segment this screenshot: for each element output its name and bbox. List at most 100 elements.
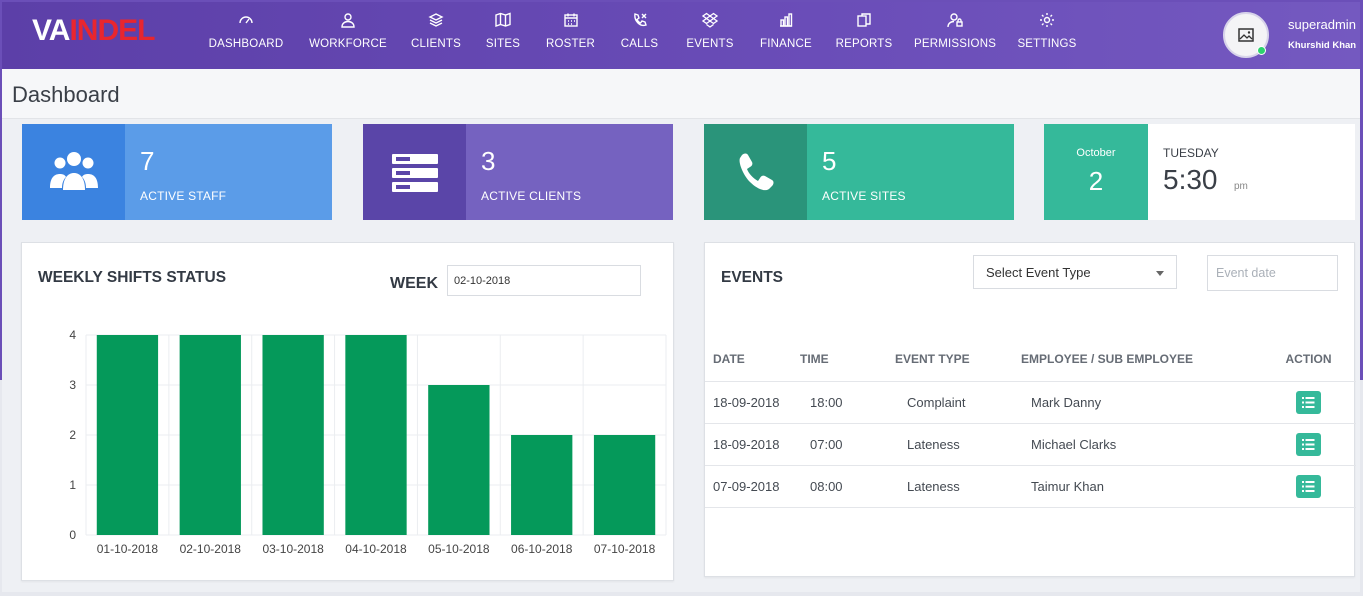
nav-label: REPORTS	[835, 38, 893, 50]
select-value: Select Event Type	[986, 265, 1091, 280]
nav-workforce[interactable]: WORKFORCE	[308, 12, 388, 60]
bar	[262, 335, 324, 535]
gear-icon	[1016, 12, 1078, 34]
nav-label: DASHBOARD	[208, 38, 284, 50]
column-header[interactable]: EVENT TYPE	[895, 338, 1021, 382]
events-table: DATE TIME EVENT TYPE EMPLOYEE / SUB EMPL…	[705, 338, 1356, 508]
weekly-shifts-chart: 0 1 2 3 4 01-10-2018 02-10-2018 03-10-2018 04-1…	[69, 328, 667, 556]
nav-settings[interactable]: SETTINGS	[1016, 12, 1078, 60]
y-axis-ticks: 0 1 2 3 4	[69, 328, 76, 542]
nav-dashboard[interactable]: DASHBOARD	[208, 12, 284, 60]
cell-type: Lateness	[895, 465, 1021, 508]
cell-employee: Michael Clarks	[1021, 423, 1261, 466]
cell-time: 07:00	[800, 423, 895, 466]
users-icon	[50, 152, 98, 190]
stat-icon-box	[363, 124, 466, 220]
server-icon	[392, 154, 438, 192]
stat-label: ACTIVE STAFF	[140, 189, 227, 203]
nav-label: SETTINGS	[1017, 38, 1077, 50]
week-label: WEEK	[390, 275, 438, 292]
view-details-button[interactable]	[1296, 474, 1321, 498]
nav-permissions[interactable]: PERMISSIONS	[914, 12, 996, 60]
week-date-input[interactable]	[447, 265, 641, 296]
cell-date: 07-09-2018	[705, 465, 800, 508]
nav-roster[interactable]: ROSTER	[543, 12, 598, 60]
list-icon	[1302, 438, 1315, 450]
nav-clients[interactable]: CLIENTS	[407, 12, 465, 60]
cell-employee: Taimur Khan	[1021, 465, 1261, 508]
user-lock-icon	[914, 12, 996, 34]
x-tick-label: 03-10-2018	[262, 542, 324, 556]
event-date-input[interactable]	[1207, 255, 1338, 291]
calendar-icon	[543, 12, 598, 34]
column-header[interactable]: DATE	[705, 338, 800, 382]
logo-text-accent: INDEL	[69, 14, 155, 47]
y-tick-label: 1	[69, 478, 76, 492]
events-panel: EVENTS Select Event Type DATE TIME EVENT…	[704, 242, 1356, 577]
gauge-icon	[208, 12, 284, 34]
y-tick-label: 4	[69, 328, 76, 342]
bar	[345, 335, 407, 535]
layers-icon	[407, 12, 465, 34]
cell-time: 08:00	[800, 465, 895, 508]
table-row: 18-09-2018 07:00 Lateness Michael Clarks	[705, 423, 1356, 466]
date-time-card: October 2 TUESDAY 5:30 pm	[1044, 124, 1355, 220]
stat-card-active-clients[interactable]: 3 ACTIVE CLIENTS	[363, 124, 673, 220]
date-weekday: TUESDAY	[1163, 146, 1219, 160]
bar	[179, 335, 241, 535]
nav-label: EVENTS	[686, 38, 734, 50]
x-tick-label: 06-10-2018	[511, 542, 573, 556]
panel-title: WEEKLY SHIFTS STATUS	[38, 269, 227, 286]
cell-action	[1261, 423, 1356, 466]
bar	[428, 385, 490, 535]
stat-count: 7	[140, 146, 155, 176]
x-tick-label: 05-10-2018	[428, 542, 490, 556]
x-axis-ticks: 01-10-2018 02-10-2018 03-10-2018 04-10-2018…	[97, 542, 656, 556]
page-header: Dashboard	[2, 69, 1360, 119]
nav-label: WORKFORCE	[309, 38, 387, 50]
avatar[interactable]	[1223, 12, 1269, 58]
event-type-select[interactable]: Select Event Type	[973, 255, 1177, 289]
bar	[511, 435, 573, 535]
column-header[interactable]: ACTION	[1261, 338, 1356, 382]
stat-card-active-staff[interactable]: 7 ACTIVE STAFF	[22, 124, 332, 220]
nav-sites[interactable]: SITES	[482, 12, 524, 60]
cell-date: 18-09-2018	[705, 381, 800, 424]
column-header[interactable]: TIME	[800, 338, 895, 382]
bar-chart-icon	[757, 12, 815, 34]
nav-reports[interactable]: REPORTS	[834, 12, 894, 60]
clock-ampm: pm	[1234, 181, 1248, 192]
column-header[interactable]: EMPLOYEE / SUB EMPLOYEE	[1021, 338, 1261, 382]
table-row: 18-09-2018 18:00 Complaint Mark Danny	[705, 381, 1356, 424]
chart-bars	[96, 335, 656, 535]
stat-count: 5	[822, 146, 837, 176]
nav-calls[interactable]: CALLS	[617, 12, 662, 60]
y-tick-label: 3	[69, 378, 76, 392]
view-details-button[interactable]	[1296, 390, 1321, 414]
nav-events[interactable]: EVENTS	[685, 12, 735, 60]
brand-logo[interactable]: VAINDEL	[32, 14, 155, 48]
stat-icon-box	[22, 124, 125, 220]
view-details-button[interactable]	[1296, 432, 1321, 456]
online-status-dot	[1257, 46, 1266, 55]
nav-finance[interactable]: FINANCE	[757, 12, 815, 60]
cell-action	[1261, 381, 1356, 424]
date-box: October 2	[1044, 124, 1148, 220]
nav-label: CALLS	[620, 38, 659, 50]
x-tick-label: 02-10-2018	[180, 542, 242, 556]
panel-title: EVENTS	[721, 269, 784, 286]
weekly-shifts-panel: WEEKLY SHIFTS STATUS WEEK 0 1 2 3 4 01-10-20…	[21, 242, 674, 581]
logo-text-primary: VA	[32, 14, 70, 47]
stat-card-active-sites[interactable]: 5 ACTIVE SITES	[704, 124, 1014, 220]
table-header-row: DATE TIME EVENT TYPE EMPLOYEE / SUB EMPL…	[705, 338, 1356, 382]
date-month: October	[1076, 147, 1116, 159]
stat-icon-box	[704, 124, 807, 220]
app-frame: VAINDEL DASHBOARD WORKFORCE CLIENTS SITE…	[2, 2, 1360, 592]
stat-label: ACTIVE SITES	[822, 189, 906, 203]
user-name[interactable]: superadmin	[1288, 17, 1356, 32]
map-icon	[482, 12, 524, 34]
image-placeholder-icon	[1238, 28, 1254, 42]
copy-icon	[834, 12, 894, 34]
list-icon	[1302, 396, 1315, 408]
nav-label: CLIENTS	[411, 38, 461, 50]
